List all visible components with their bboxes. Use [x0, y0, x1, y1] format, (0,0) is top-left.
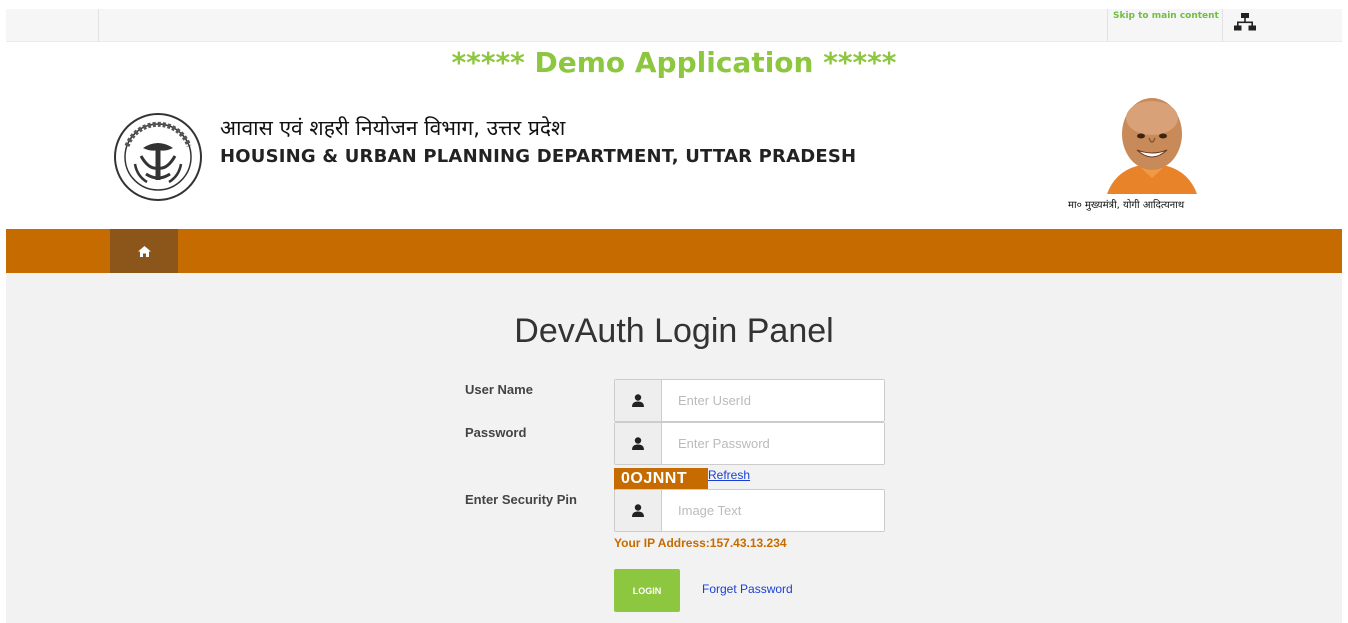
chief-minister-caption: मा० मुख्यमंत्री, योगी आदित्यनाथ [1068, 200, 1185, 211]
user-icon [615, 423, 662, 464]
captcha-refresh-link[interactable]: Refresh [708, 468, 750, 482]
forget-password-link[interactable]: Forget Password [702, 582, 793, 596]
up-government-logo [114, 113, 202, 201]
demo-application-title: ***** Demo Application ***** [451, 46, 897, 79]
user-icon [615, 490, 662, 531]
divider [1107, 9, 1108, 42]
password-input[interactable] [662, 423, 884, 464]
password-label: Password [465, 425, 527, 440]
login-panel: DevAuth Login Panel User Name Password 0… [6, 273, 1342, 623]
username-label: User Name [465, 382, 533, 397]
user-icon [615, 380, 662, 421]
page-title: DevAuth Login Panel [514, 312, 834, 350]
login-button[interactable]: LOGIN [614, 569, 680, 612]
top-utility-bar: Skip to main content [6, 9, 1342, 42]
security-pin-label: Enter Security Pin [465, 492, 577, 507]
skip-to-main-link[interactable]: Skip to main content [1113, 11, 1219, 21]
username-input-group [614, 379, 885, 422]
divider [1222, 9, 1223, 42]
department-name-english: HOUSING & URBAN PLANNING DEPARTMENT, UTT… [220, 146, 857, 167]
captcha-image: 0OJNNT [614, 468, 708, 490]
security-pin-input[interactable] [662, 490, 884, 531]
username-input[interactable] [662, 380, 884, 421]
home-icon [137, 245, 151, 257]
security-pin-input-group [614, 489, 885, 532]
chief-minister-photo [1107, 98, 1197, 194]
department-name-hindi: आवास एवं शहरी नियोजन विभाग, उत्तर प्रदेश [220, 116, 566, 140]
ip-address-text: Your IP Address:157.43.13.234 [614, 536, 787, 550]
password-input-group [614, 422, 885, 465]
sitemap-icon[interactable] [1234, 12, 1256, 32]
main-navigation-bar [6, 229, 1342, 273]
home-button[interactable] [110, 229, 178, 273]
divider [98, 9, 99, 42]
